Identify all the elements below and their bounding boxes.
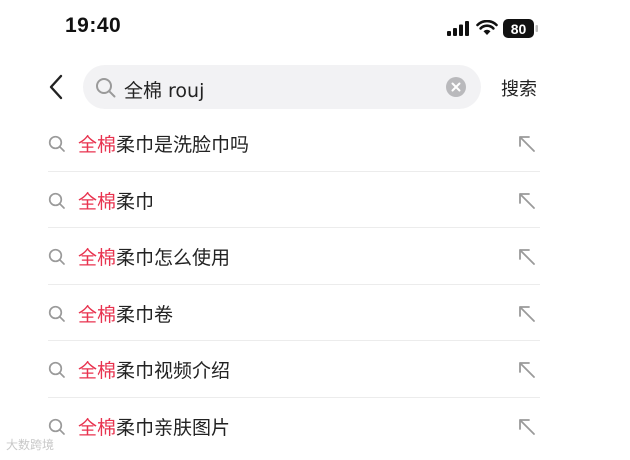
suggestion-highlight: 全棉 [78, 360, 117, 382]
suggestion-text: 全棉柔巾亲肤图片 [78, 413, 230, 440]
suggestion-rest: 柔巾是洗脸巾吗 [116, 134, 250, 156]
suggestion-item[interactable]: 全棉柔巾怎么使用 [0, 228, 630, 285]
suggestion-highlight: 全棉 [78, 134, 117, 156]
suggestion-rest: 柔巾卷 [116, 303, 174, 326]
fill-query-icon[interactable] [517, 191, 537, 211]
clear-icon[interactable] [445, 76, 467, 98]
search-bar: 全棉 rouj 搜索 [0, 62, 630, 112]
battery-level: 80 [511, 21, 527, 37]
suggestion-text: 全棉柔巾卷 [78, 300, 173, 327]
suggestion-text: 全棉柔巾视频介绍 [78, 356, 230, 383]
search-icon [48, 305, 65, 322]
fill-query-icon[interactable] [517, 304, 537, 324]
suggestion-list: 全棉柔巾是洗脸巾吗 全棉柔巾 全棉柔巾怎么使用 全棉柔巾卷 全棉柔巾视频介绍 全… [0, 115, 630, 454]
search-icon [48, 135, 65, 152]
search-icon [48, 248, 65, 265]
status-bar: 19:40 80 [0, 0, 630, 56]
fill-query-icon[interactable] [517, 417, 537, 437]
search-button[interactable]: 搜索 [501, 75, 537, 101]
search-icon [48, 361, 65, 378]
suggestion-text: 全棉柔巾是洗脸巾吗 [78, 130, 249, 157]
suggestion-item[interactable]: 全棉柔巾亲肤图片 [0, 398, 630, 455]
watermark: 大数跨境 [6, 438, 55, 452]
suggestion-rest: 柔巾视频介绍 [116, 360, 231, 382]
suggestion-rest: 柔巾 [116, 190, 155, 213]
search-icon [48, 418, 65, 435]
search-query[interactable]: 全棉 rouj [124, 76, 204, 103]
wifi-icon [476, 20, 498, 35]
search-icon [96, 78, 116, 98]
fill-query-icon[interactable] [517, 134, 537, 154]
suggestion-item[interactable]: 全棉柔巾视频介绍 [0, 341, 630, 398]
suggestion-item[interactable]: 全棉柔巾 [0, 172, 630, 228]
battery-icon: 80 [503, 19, 538, 38]
signal-icon [447, 21, 469, 36]
search-input[interactable]: 全棉 rouj [83, 65, 481, 109]
suggestion-text: 全棉柔巾 [78, 187, 154, 214]
suggestion-rest: 柔巾怎么使用 [116, 247, 231, 269]
suggestion-highlight: 全棉 [78, 190, 117, 213]
status-time: 19:40 [65, 14, 122, 37]
back-chevron-icon[interactable] [47, 74, 67, 100]
suggestion-text: 全棉柔巾怎么使用 [78, 243, 230, 270]
search-icon [48, 192, 65, 209]
suggestion-highlight: 全棉 [78, 303, 117, 326]
fill-query-icon[interactable] [517, 360, 537, 380]
fill-query-icon[interactable] [517, 247, 537, 267]
suggestion-rest: 柔巾亲肤图片 [116, 416, 231, 439]
suggestion-highlight: 全棉 [78, 416, 117, 439]
suggestion-item[interactable]: 全棉柔巾卷 [0, 285, 630, 341]
suggestion-item[interactable]: 全棉柔巾是洗脸巾吗 [0, 115, 630, 172]
suggestion-highlight: 全棉 [78, 247, 117, 269]
